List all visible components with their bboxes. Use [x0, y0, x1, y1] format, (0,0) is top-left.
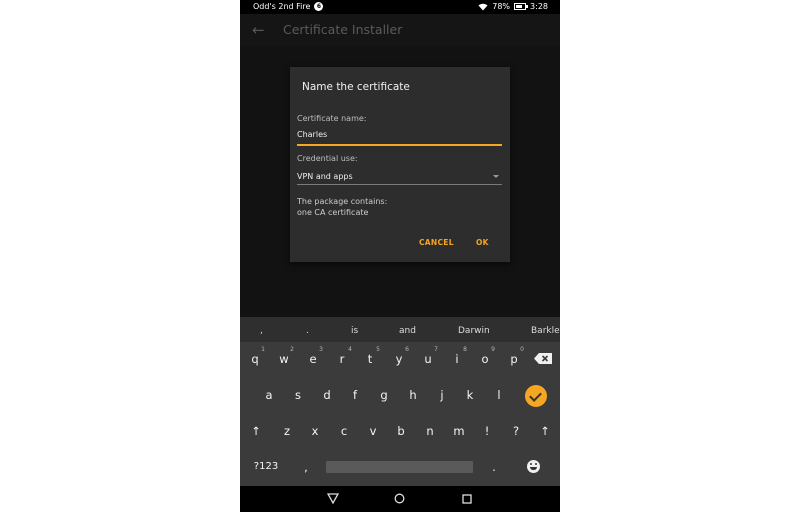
back-arrow-icon[interactable]: ← — [252, 22, 265, 38]
key-t[interactable]: t — [360, 352, 380, 366]
package-info-line2: one CA certificate — [297, 208, 369, 217]
suggestion-item[interactable]: Barkle — [531, 326, 560, 336]
ok-button[interactable]: OK — [476, 238, 489, 247]
key-d[interactable]: d — [317, 388, 337, 402]
key-v[interactable]: v — [363, 424, 383, 438]
backspace-icon[interactable] — [534, 353, 552, 364]
key-comma[interactable]: , — [296, 460, 316, 474]
symbols-key[interactable]: ?123 — [252, 461, 280, 472]
key-p[interactable]: p — [504, 352, 524, 366]
battery-percent: 78% — [492, 2, 511, 11]
key-u[interactable]: u — [418, 352, 438, 366]
app-title: Certificate Installer — [283, 22, 403, 37]
key-a[interactable]: a — [259, 388, 279, 402]
key-m[interactable]: m — [449, 424, 469, 438]
dialog-title: Name the certificate — [302, 81, 410, 93]
key-exclamation[interactable]: ! — [477, 424, 497, 438]
key-f[interactable]: f — [345, 388, 365, 402]
key-b[interactable]: b — [391, 424, 411, 438]
key-l[interactable]: l — [489, 388, 509, 402]
key-k[interactable]: k — [460, 388, 480, 402]
key-j[interactable]: j — [432, 388, 452, 402]
space-bar[interactable] — [326, 461, 473, 473]
package-info-line1: The package contains: — [297, 197, 388, 206]
suggestion-strip: , . is and Darwin Barkle — [240, 317, 560, 342]
credential-use-label: Credential use: — [297, 154, 358, 163]
package-info: The package contains: one CA certificate — [297, 196, 387, 218]
credential-use-underline — [297, 184, 502, 185]
key-o[interactable]: o — [475, 352, 495, 366]
key-g[interactable]: g — [374, 388, 394, 402]
key-n[interactable]: n — [420, 424, 440, 438]
wifi-icon — [478, 3, 488, 10]
shift-right-icon[interactable]: ↑ — [535, 424, 555, 438]
key-q[interactable]: q — [245, 352, 265, 366]
key-r[interactable]: r — [332, 352, 352, 366]
key-y[interactable]: y — [389, 352, 409, 366]
key-i[interactable]: i — [447, 352, 467, 366]
certificate-name-underline — [297, 144, 502, 146]
shift-left-icon[interactable]: ↑ — [246, 424, 266, 438]
key-s[interactable]: s — [288, 388, 308, 402]
cancel-button[interactable]: CANCEL — [419, 238, 454, 247]
key-period[interactable]: . — [484, 460, 504, 474]
key-question[interactable]: ? — [506, 424, 526, 438]
certificate-name-label: Certificate name: — [297, 114, 367, 123]
key-c[interactable]: c — [334, 424, 354, 438]
notification-badge: 6 — [314, 2, 324, 11]
clock: 3:28 — [530, 2, 548, 11]
key-e[interactable]: e — [303, 352, 323, 366]
device-screen: Odd's 2nd Fire 6 78% 3:28 ← Certificate … — [240, 0, 560, 512]
key-z[interactable]: z — [277, 424, 297, 438]
device-name: Odd's 2nd Fire — [253, 2, 311, 11]
enter-check-icon[interactable] — [525, 385, 547, 407]
emoji-icon[interactable] — [527, 460, 540, 473]
battery-icon — [514, 3, 529, 10]
suggestion-item[interactable]: is — [351, 326, 358, 336]
suggestion-item[interactable]: and — [399, 326, 416, 336]
app-bar: ← Certificate Installer — [240, 14, 560, 46]
name-certificate-dialog: Name the certificate Certificate name: C… — [290, 67, 510, 262]
nav-back-icon[interactable] — [327, 493, 339, 504]
nav-recent-apps-icon[interactable] — [462, 494, 472, 504]
suggestion-item[interactable]: . — [306, 326, 309, 336]
nav-home-icon[interactable] — [394, 493, 405, 504]
certificate-name-input[interactable]: Charles — [297, 130, 327, 139]
key-x[interactable]: x — [305, 424, 325, 438]
key-h[interactable]: h — [403, 388, 423, 402]
navigation-bar — [240, 486, 560, 512]
dropdown-caret-icon[interactable] — [493, 175, 499, 178]
suggestion-item[interactable]: Darwin — [458, 326, 490, 336]
credential-use-select[interactable]: VPN and apps — [297, 172, 353, 181]
suggestion-item[interactable]: , — [260, 326, 263, 336]
soft-keyboard: , . is and Darwin Barkle 1 2 3 4 5 6 7 8… — [240, 317, 560, 486]
key-w[interactable]: w — [274, 352, 294, 366]
status-bar: Odd's 2nd Fire 6 78% 3:28 — [240, 0, 560, 14]
